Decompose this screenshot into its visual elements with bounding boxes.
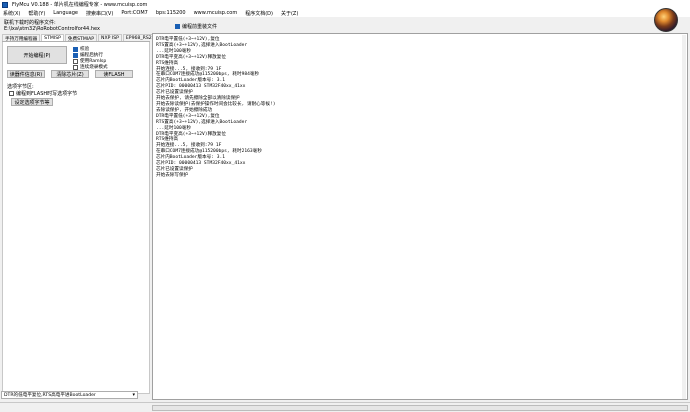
log-output[interactable]: DTR电平置低(+3~+12V),复位 RTS置高(+3~+12V),选择进入Bo… — [152, 33, 688, 400]
option-bytes-group-label: 选项字节区: — [7, 84, 34, 90]
set-option-bytes-button[interactable]: 设定选项字节等 — [11, 98, 53, 106]
stmisp-tab-body: 开始编程(P) 校验 编程后执行 使用RamIsp 连续烧录模式 读器件信息(R… — [2, 42, 150, 394]
menu-about[interactable]: 关于(Z) — [281, 10, 298, 17]
write-option-bytes-checkbox[interactable]: 编程到FLASH时写选项字节 — [9, 90, 77, 97]
dtr-rts-mode-value: DTR的低电平复位,RTS高电平进BootLoader — [4, 393, 96, 398]
reload-before-program-label: 编程前重装文件 — [182, 24, 218, 30]
menu-bps[interactable]: bps:115200 — [156, 10, 186, 16]
menu-system[interactable]: 系统(X) — [3, 10, 20, 17]
dtr-rts-mode-select[interactable]: DTR的低电平复位,RTS高电平进BootLoader ▾ — [1, 391, 138, 399]
tab-nxp-isp[interactable]: NXP ISP — [98, 34, 122, 41]
log-scrollbar[interactable] — [682, 35, 686, 399]
menu-port[interactable]: Port:COM7 — [121, 10, 148, 16]
write-option-bytes-label: 编程到FLASH时写选项字节 — [16, 91, 78, 97]
checkbox-unchecked-icon[interactable] — [73, 58, 78, 64]
menu-search-port[interactable]: 搜索串口(V) — [86, 10, 113, 17]
globe-logo-icon — [654, 8, 678, 32]
progress-bar — [152, 405, 688, 411]
tab-stmisp[interactable]: STMISP — [41, 34, 64, 41]
program-file-path[interactable]: E:\lxa\stm32\RoRobotControlfor44.hex — [4, 26, 100, 32]
title-bar: FlyMcu V0.188 - 单片机在线编程专家 - www.mcuisp.c… — [0, 0, 690, 9]
start-program-button[interactable]: 开始编程(P) — [7, 46, 67, 64]
log-lines: DTR电平置低(+3~+12V),复位 RTS置高(+3~+12V),选择进入Bo… — [156, 37, 684, 179]
tab-free-stmiap[interactable]: 免费STMIAP — [64, 34, 98, 42]
checkbox-checked-icon[interactable] — [73, 52, 78, 58]
menu-bar: 系统(X) 帮助(Y) Language 搜索串口(V) Port:COM7 b… — [0, 9, 690, 17]
read-flash-button[interactable]: 读FLASH — [95, 70, 133, 78]
program-file-label: 联机下载时的程序文件: — [4, 20, 56, 26]
menu-language[interactable]: Language — [53, 10, 78, 16]
checkbox-checked-icon[interactable] — [175, 24, 180, 29]
read-device-info-button[interactable]: 读器件信息(R) — [7, 70, 45, 78]
app-icon — [2, 1, 8, 8]
window-title: FlyMcu V0.188 - 单片机在线编程专家 - www.mcuisp.c… — [12, 2, 148, 8]
chevron-down-icon[interactable]: ▾ — [132, 392, 135, 398]
tab-strip: 手持万用编程器 STMISP 免费STMIAP NXP ISP EP968_RS… — [2, 34, 161, 42]
erase-chip-button[interactable]: 清除芯片(Z) — [51, 70, 89, 78]
checkbox-checked-icon[interactable] — [73, 46, 78, 52]
left-panel: 手持万用编程器 STMISP 免费STMIAP NXP ISP EP968_RS… — [2, 34, 161, 394]
log-line: 开始去除写保护 — [156, 172, 189, 178]
checkbox-unchecked-icon[interactable] — [73, 64, 78, 70]
status-bar — [0, 402, 690, 412]
tab-handheld-programmer[interactable]: 手持万用编程器 — [2, 34, 41, 42]
menu-help[interactable]: 帮助(Y) — [28, 10, 45, 17]
menu-website[interactable]: www.mcuisp.com — [194, 10, 238, 16]
menu-docs[interactable]: 程序文档(D) — [245, 10, 273, 17]
reload-before-program-checkbox[interactable]: 编程前重装文件 — [175, 23, 217, 30]
checkbox-unchecked-icon[interactable] — [9, 91, 14, 96]
